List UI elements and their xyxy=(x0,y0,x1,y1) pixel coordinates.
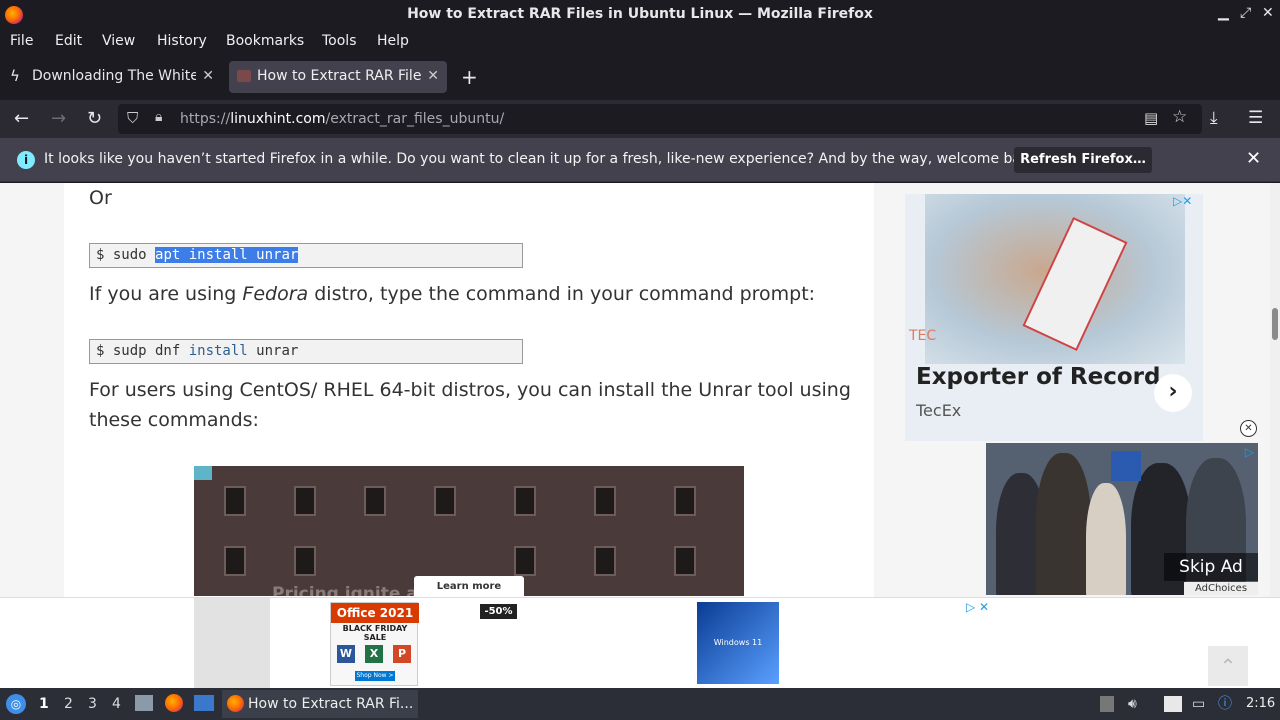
menu-tools[interactable]: Tools xyxy=(322,33,357,49)
window-titlebar: How to Extract RAR Files in Ubuntu Linux… xyxy=(0,0,1280,30)
or-text: Or xyxy=(89,187,112,209)
ad-placeholder xyxy=(194,598,270,688)
sidebar-ad[interactable]: TEC Exporter of Record TecEx › ▷✕ xyxy=(905,194,1203,441)
notes-icon[interactable] xyxy=(1164,696,1182,712)
clock: 2:16 xyxy=(1246,696,1276,711)
embedded-video-ad[interactable]: Pricing ignite a life in Learn more xyxy=(194,466,744,596)
scrollbar-thumb[interactable] xyxy=(1272,308,1278,340)
window-title: How to Extract RAR Files in Ubuntu Linux… xyxy=(407,6,873,22)
bottom-banner-ad[interactable]: Office 2021 BLACK FRIDAY SALE W X P Shop… xyxy=(0,597,1280,688)
url-text[interactable]: https://linuxhint.com/extract_rar_files_… xyxy=(180,111,504,127)
ad-brand: TecEx xyxy=(916,401,962,420)
notification-message: It looks like you haven’t started Firefo… xyxy=(44,151,1043,167)
firefox-icon xyxy=(227,695,244,712)
adchoices-icon[interactable]: ▷✕ xyxy=(1173,194,1192,208)
minimize-icon[interactable]: ▁ xyxy=(1218,5,1229,21)
lock-icon[interactable]: 🔒︎ xyxy=(155,109,162,125)
fedora-paragraph: If you are using Fedora distro, type the… xyxy=(89,283,816,305)
ad-close-icon[interactable]: ▷ ✕ xyxy=(966,600,989,614)
workspace-3[interactable]: 3 xyxy=(88,696,97,712)
video-ad[interactable]: ▷ Skip Ad ▶▏ AdChoices xyxy=(986,443,1258,595)
workspace-1[interactable]: 1 xyxy=(39,696,49,712)
shop-now-button[interactable]: Shop Now > xyxy=(355,671,395,681)
skip-ad-button[interactable]: Skip Ad ▶▏ xyxy=(1164,553,1258,595)
office-sale-text: BLACK FRIDAY SALE xyxy=(342,624,408,642)
tray-clipboard-icon[interactable] xyxy=(1100,696,1114,712)
learn-more-button[interactable]: Learn more xyxy=(414,576,524,596)
refresh-firefox-button[interactable]: Refresh Firefox… xyxy=(1014,147,1152,173)
hamburger-menu-icon[interactable]: ☰ xyxy=(1248,108,1263,128)
reader-view-icon[interactable]: ▤ xyxy=(1144,109,1158,127)
close-ad-icon[interactable]: ✕ xyxy=(1240,420,1257,437)
system-taskbar: ◎ 1 2 3 4 How to Extract RAR Fi... 🔊︎ ▭ … xyxy=(0,688,1280,720)
desktop-icon[interactable] xyxy=(194,695,214,711)
menu-file[interactable]: File xyxy=(10,33,33,49)
menu-history[interactable]: History xyxy=(157,33,207,49)
code-prefix: $ sudp dnf xyxy=(96,343,189,359)
centos-paragraph-line2: these commands: xyxy=(89,409,259,431)
menu-bookmarks[interactable]: Bookmarks xyxy=(226,33,304,49)
code-keyword: install xyxy=(188,343,248,359)
word-icon: W xyxy=(337,645,355,663)
close-window-icon[interactable]: ✕ xyxy=(1262,5,1274,21)
tab-bar: ϟ Downloading The White ✕ How to Extract… xyxy=(0,54,1280,100)
code-suffix: unrar xyxy=(247,343,299,359)
code-block-dnf[interactable]: $ sudp dnf install unrar xyxy=(89,339,523,364)
scroll-to-top-icon[interactable]: ⌃ xyxy=(1208,646,1248,686)
notification-icon[interactable]: ⓘ xyxy=(1218,693,1232,713)
ad-logo: TEC xyxy=(909,328,937,344)
tab-label: Downloading The White xyxy=(32,68,196,84)
ad-info-icon[interactable]: ▷ xyxy=(1245,445,1254,459)
notification-bar: i It looks like you haven’t started Fire… xyxy=(0,138,1280,182)
close-tab-icon[interactable]: ✕ xyxy=(427,68,439,84)
menu-help[interactable]: Help xyxy=(377,33,409,49)
windows11-ad[interactable]: Windows 11 xyxy=(697,602,779,684)
close-tab-icon[interactable]: ✕ xyxy=(202,68,214,84)
downloads-icon[interactable]: ⤓ xyxy=(1210,108,1218,128)
video-badge-icon xyxy=(194,466,212,480)
code-block-apt[interactable]: $ sudo apt install unrar xyxy=(89,243,523,268)
network-icon[interactable]: ▭ xyxy=(1192,696,1205,712)
tab-label: How to Extract RAR Files xyxy=(257,68,421,84)
code-selection: apt install unrar xyxy=(155,247,299,263)
menu-bar: File Edit View History Bookmarks Tools H… xyxy=(0,30,1280,54)
lightning-icon: ϟ xyxy=(10,67,20,85)
ad-next-arrow-icon[interactable]: › xyxy=(1154,374,1192,412)
shield-icon[interactable]: ⛉ xyxy=(127,109,138,127)
info-icon: i xyxy=(17,151,35,169)
page-content: Or $ sudo apt install unrar If you are u… xyxy=(0,183,1280,688)
forward-icon[interactable]: → xyxy=(51,108,66,129)
new-tab-icon[interactable]: + xyxy=(461,65,478,89)
site-favicon-icon xyxy=(237,70,251,82)
navigation-bar: ← → ↻ ⛉ 🔒︎ https://linuxhint.com/extract… xyxy=(0,100,1280,138)
reload-icon[interactable]: ↻ xyxy=(87,108,102,129)
file-manager-icon[interactable] xyxy=(135,695,153,711)
powerpoint-icon: P xyxy=(393,645,411,663)
code-prefix: $ sudo xyxy=(96,247,156,263)
bookmark-star-icon[interactable]: ☆ xyxy=(1172,107,1187,127)
firefox-launcher-icon[interactable] xyxy=(165,694,183,712)
adchoices-label[interactable]: AdChoices xyxy=(1184,582,1258,595)
centos-paragraph-line1: For users using CentOS/ RHEL 64-bit dist… xyxy=(89,379,851,401)
start-menu-icon[interactable]: ◎ xyxy=(6,694,26,714)
office-title: Office 2021 xyxy=(331,603,419,623)
tab-extract-rar[interactable]: How to Extract RAR Files ✕ xyxy=(229,61,447,93)
workspace-4[interactable]: 4 xyxy=(112,696,121,712)
discount-badge: -50% xyxy=(480,604,517,619)
url-bar[interactable]: ⛉ 🔒︎ https://linuxhint.com/extract_rar_f… xyxy=(118,104,1202,134)
taskbar-window-label: How to Extract RAR Fi... xyxy=(248,696,414,712)
back-icon[interactable]: ← xyxy=(14,108,29,129)
excel-icon: X xyxy=(365,645,383,663)
menu-view[interactable]: View xyxy=(102,33,135,49)
menu-edit[interactable]: Edit xyxy=(55,33,82,49)
tab-downloading[interactable]: ϟ Downloading The White ✕ xyxy=(4,61,222,93)
volume-icon[interactable]: 🔊︎ xyxy=(1128,696,1137,712)
ad-headline: Exporter of Record xyxy=(916,364,1161,390)
taskbar-window-firefox[interactable]: How to Extract RAR Fi... xyxy=(222,690,418,718)
close-notification-icon[interactable]: ✕ xyxy=(1246,148,1261,169)
maximize-icon[interactable]: ⤢ xyxy=(1240,5,1251,21)
office-ad[interactable]: Office 2021 BLACK FRIDAY SALE W X P Shop… xyxy=(330,602,419,686)
workspace-2[interactable]: 2 xyxy=(64,696,73,712)
